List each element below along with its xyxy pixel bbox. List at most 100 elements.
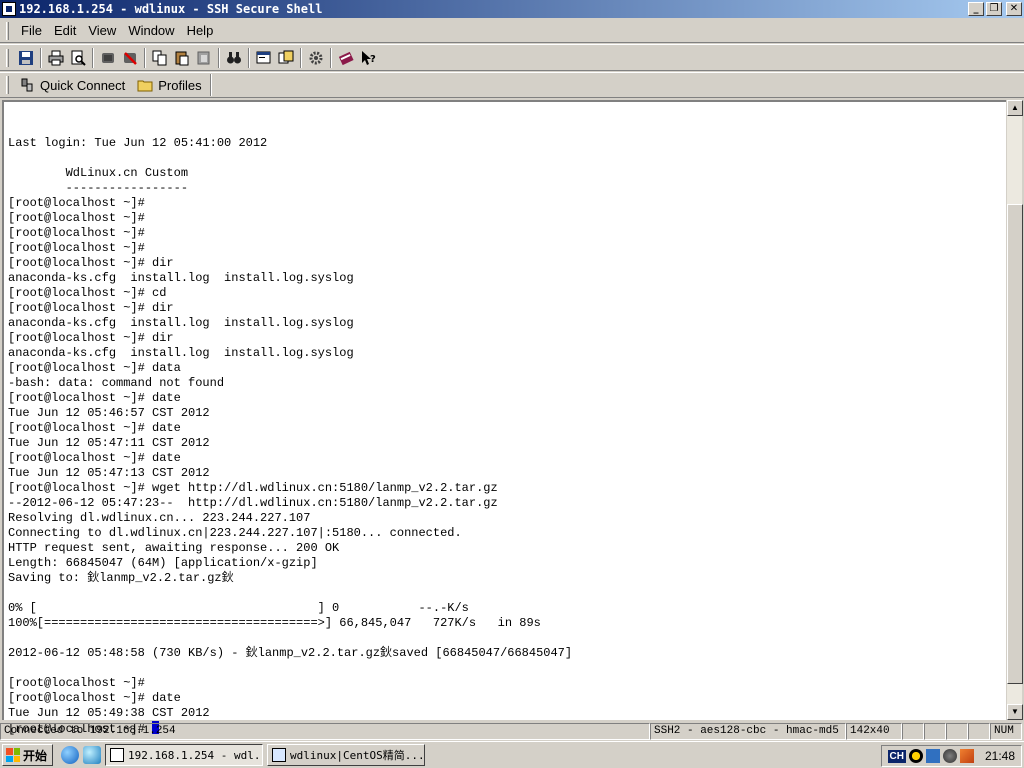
- browser-icon[interactable]: [83, 746, 102, 764]
- terminal-line: anaconda-ks.cfg install.log install.log.…: [8, 271, 354, 285]
- terminal-area[interactable]: Last login: Tue Jun 12 05:41:00 2012 WdL…: [2, 100, 1006, 736]
- quick-connect-label: Quick Connect: [40, 77, 126, 93]
- clock: 21:48: [984, 749, 1015, 763]
- terminal-line: [root@localhost ~]#: [8, 241, 145, 255]
- terminal-line: [root@localhost ~]# dir: [8, 256, 174, 270]
- volume-icon[interactable]: [942, 749, 957, 763]
- quick-connect-icon: [21, 78, 33, 92]
- ssh-app-icon: [110, 748, 125, 762]
- title-bar[interactable]: 192.168.1.254 - wdlinux - SSH Secure She…: [0, 0, 1024, 18]
- connect-bar: Quick Connect Profiles: [0, 72, 1024, 98]
- terminal-line: 0% [ ] 0 --.-K/s: [8, 601, 469, 615]
- new-file-transfer-icon[interactable]: [275, 47, 297, 69]
- tray-app-icon[interactable]: [959, 749, 974, 763]
- taskbar-item-ssh[interactable]: 192.168.1.254 - wdl...: [105, 744, 264, 766]
- terminal-size-status: 142x40: [846, 723, 902, 740]
- terminal-line: --2012-06-12 05:47:23-- http://dl.wdlinu…: [8, 496, 498, 510]
- terminal-line: [root@localhost ~]# cd: [8, 286, 167, 300]
- scroll-thumb[interactable]: [1007, 204, 1023, 684]
- terminal-line: -----------------: [8, 181, 189, 195]
- terminal-line: [root@localhost ~]# data: [8, 361, 181, 375]
- close-button[interactable]: ✕: [1006, 2, 1022, 16]
- menu-file[interactable]: File: [15, 23, 48, 38]
- terminal-line: [root@localhost ~]# dir: [8, 301, 174, 315]
- terminal-output: Last login: Tue Jun 12 05:41:00 2012 WdL…: [8, 106, 572, 736]
- profiles-label: Profiles: [158, 77, 202, 93]
- terminal-line: [root@localhost ~]#: [8, 211, 145, 225]
- terminal-line: [root@localhost ~]#: [8, 226, 145, 240]
- paste-special-icon[interactable]: [193, 47, 215, 69]
- terminal-line: 2012-06-12 05:48:58 (730 KB/s) - 鈥lanmp_…: [8, 646, 573, 660]
- menu-edit[interactable]: Edit: [48, 23, 82, 38]
- menu-grip[interactable]: [6, 21, 9, 40]
- windows-taskbar: 开始 192.168.1.254 - wdl... wdlinux|CentOS…: [0, 741, 1024, 768]
- restore-button[interactable]: ❐: [986, 2, 1002, 16]
- status-bar: Connected to 192.168.1.254 SSH2 - aes128…: [0, 722, 1024, 741]
- terminal-line: Resolving dl.wdlinux.cn... 223.244.227.1…: [8, 511, 311, 525]
- network-icon[interactable]: [925, 749, 940, 763]
- terminal-line: Saving to: 鈥lanmp_v2.2.tar.gz鈥: [8, 571, 234, 585]
- menu-bar: File Edit View Window Help: [0, 19, 1024, 43]
- window-controls: _ ❐ ✕: [968, 2, 1022, 16]
- terminal-line: Tue Jun 12 05:49:38 CST 2012: [8, 706, 210, 720]
- profiles-icon[interactable]: [335, 47, 357, 69]
- terminal-line: [root@localhost ~]# date: [8, 391, 181, 405]
- paste-icon[interactable]: [171, 47, 193, 69]
- settings-icon[interactable]: [305, 47, 327, 69]
- terminal-line: [root@localhost ~]# date: [8, 421, 181, 435]
- print-icon[interactable]: [45, 47, 67, 69]
- print-preview-icon[interactable]: [67, 47, 89, 69]
- terminal-line: [root@localhost ~]# date: [8, 451, 181, 465]
- cipher-status: SSH2 - aes128-cbc - hmac-md5 - :: [650, 723, 846, 740]
- terminal-line: Tue Jun 12 05:47:11 CST 2012: [8, 436, 210, 450]
- find-icon[interactable]: [223, 47, 245, 69]
- connect-bar-grip[interactable]: [6, 76, 9, 94]
- minimize-button[interactable]: _: [968, 2, 984, 16]
- terminal-line: WdLinux.cn Custom: [8, 166, 189, 180]
- internet-explorer-icon[interactable]: [61, 746, 80, 764]
- start-button[interactable]: 开始: [2, 744, 54, 766]
- quick-launch: [61, 746, 102, 764]
- window-title: 192.168.1.254 - wdlinux - SSH Secure She…: [19, 2, 323, 16]
- taskbar-item-label: 192.168.1.254 - wdl...: [128, 748, 264, 762]
- scroll-up-button[interactable]: ▲: [1007, 100, 1023, 116]
- disconnect-icon[interactable]: [97, 47, 119, 69]
- scroll-down-button[interactable]: ▼: [1007, 704, 1023, 720]
- app-icon[interactable]: [2, 2, 16, 16]
- terminal-line: [root@localhost ~]#: [8, 196, 145, 210]
- terminal-line: HTTP request sent, awaiting response... …: [8, 541, 340, 555]
- terminal-line: 100%[===================================…: [8, 616, 541, 630]
- terminal-line: Tue Jun 12 05:46:57 CST 2012: [8, 406, 210, 420]
- terminal-line: anaconda-ks.cfg install.log install.log.…: [8, 316, 354, 330]
- terminal-line: [root@localhost ~]# date: [8, 691, 181, 705]
- system-tray: CH 21:48: [880, 745, 1022, 767]
- profiles-button[interactable]: Profiles: [133, 73, 209, 97]
- reconnect-icon[interactable]: [119, 47, 141, 69]
- svg-text:?: ?: [370, 54, 376, 65]
- qq-icon[interactable]: [908, 749, 923, 763]
- new-terminal-icon[interactable]: [253, 47, 275, 69]
- menu-window[interactable]: Window: [122, 23, 180, 38]
- status-blank-2: [946, 723, 968, 740]
- status-blank-1: [902, 723, 924, 740]
- folder-icon: [137, 80, 153, 92]
- lock-icon: [924, 723, 946, 740]
- taskbar-item-label: wdlinux|CentOS精简...: [290, 749, 425, 762]
- toolbar-grip[interactable]: [6, 48, 9, 67]
- copy-icon[interactable]: [149, 47, 171, 69]
- ime-indicator[interactable]: CH: [887, 749, 906, 763]
- vertical-scrollbar[interactable]: ▲ ▼: [1006, 100, 1023, 720]
- terminal-line: [root@localhost ~]#: [8, 676, 145, 690]
- start-label: 开始: [23, 748, 48, 763]
- taskbar-item-wdlinux[interactable]: wdlinux|CentOS精简...: [267, 744, 426, 766]
- quick-connect-button[interactable]: Quick Connect: [15, 73, 133, 97]
- help-icon[interactable]: ?: [357, 47, 379, 69]
- terminal-line: -bash: data: command not found: [8, 376, 225, 390]
- menu-view[interactable]: View: [82, 23, 122, 38]
- save-icon[interactable]: [15, 47, 37, 69]
- menu-help[interactable]: Help: [181, 23, 220, 38]
- browser-window-icon: [272, 748, 287, 762]
